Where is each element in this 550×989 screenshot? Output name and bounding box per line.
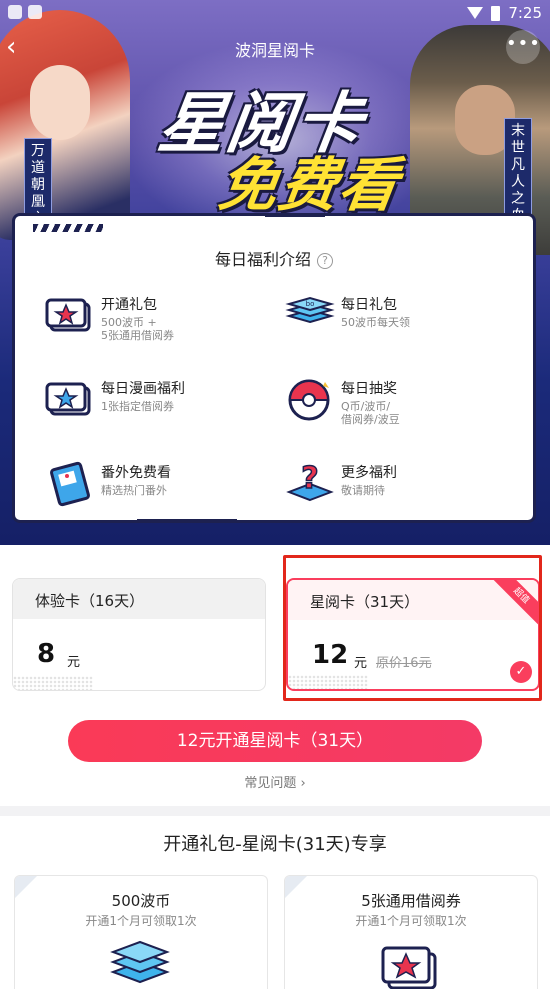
book-icon [50,461,90,507]
app-root: 万道朝凰之 末世凡人之血色 星阅卡 免费看 7:25 ‹ 波洞星阅卡 ••• 每… [0,0,550,989]
plan-price: 8 [37,639,56,669]
plan-name: 体验卡（16天） [35,592,145,610]
benefits-panel: 每日福利介绍? 开通礼包 500波币 + 5张通用借阅券 bo 每日礼包 50波… [12,213,536,523]
benefit-item-daily-gift[interactable]: bo 每日礼包 50波币每天领 [285,292,505,348]
benefit-item-open-gift[interactable]: 开通礼包 500波币 + 5张通用借阅券 [45,292,265,348]
notification-icon [8,5,22,19]
faq-link[interactable]: 常见问题 › [0,772,550,791]
app-icon [28,5,42,19]
section-divider [0,806,550,816]
wifi-icon [467,7,484,19]
promo-logo: 星阅卡 免费看 [150,70,420,219]
benefits-title: 每日福利介绍? [15,246,533,270]
status-bar: 7:25 [0,0,550,26]
top-bar: ‹ 波洞星阅卡 ••• [0,28,550,66]
coin-stack-icon [110,940,170,984]
ticket-star-icon [45,298,91,332]
plan-card-trial[interactable]: 体验卡（16天） 8 元 [12,578,266,691]
ticket-star-icon [381,946,437,989]
svg-text:?: ? [301,461,318,496]
gift-card-tickets: 5张通用借阅券 开通1个月可领取1次 [284,875,538,989]
plan-unit: 元 [67,655,81,670]
gift-section-title: 开通礼包-星阅卡(31天)专享 [163,834,387,855]
more-icon[interactable]: ••• [506,30,540,64]
highlight-box [283,555,542,701]
question-box-icon: ? [286,460,334,502]
chevron-right-icon: › [300,776,306,791]
svg-text:bo: bo [306,300,315,308]
benefit-item-more[interactable]: ? 更多福利 敬请期待 [285,460,505,516]
coin-stack-icon: bo [285,296,335,324]
benefit-item-daily-comic[interactable]: 每日漫画福利 1张指定借阅券 [45,376,265,432]
battery-icon [491,5,501,21]
page-title: 波洞星阅卡 [234,41,315,60]
subscribe-button[interactable]: 12元开通星阅卡（31天） [68,720,482,762]
ticket-star-blue-icon [45,382,91,416]
logo-line2: 免费看 [214,151,405,219]
lottery-ball-icon [288,379,330,421]
status-time: 7:25 [508,4,542,22]
help-icon[interactable]: ? [317,253,333,269]
benefit-item-daily-lottery[interactable]: 每日抽奖 Q币/波币/ 借阅券/波豆 [285,376,505,432]
gift-card-coins: 500波币 开通1个月可领取1次 [14,875,268,989]
benefit-item-extra-episodes[interactable]: 番外免费看 精选热门番外 [45,460,265,516]
